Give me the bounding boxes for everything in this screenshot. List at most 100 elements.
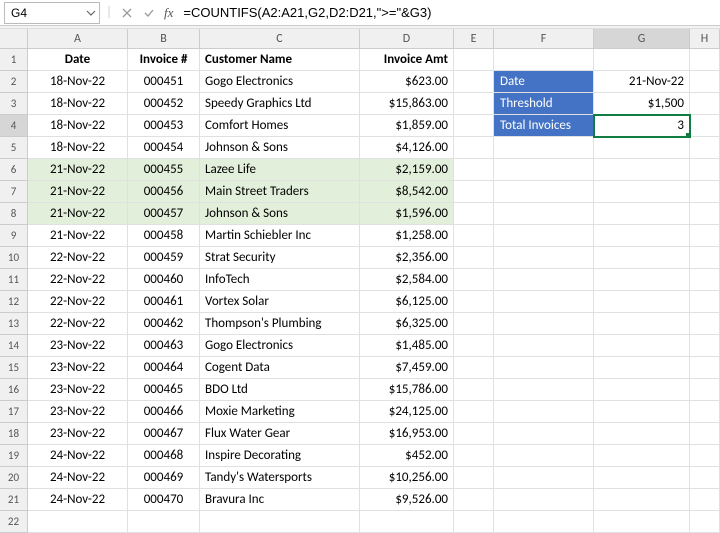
cell-G5[interactable]	[594, 137, 690, 159]
row-header-9[interactable]: 9	[0, 225, 28, 247]
cell-customer-17[interactable]: Moxie Marketing	[200, 401, 360, 423]
row-header-6[interactable]: 6	[0, 159, 28, 181]
cell-date-12[interactable]: 22-Nov-22	[28, 291, 128, 313]
row-header-20[interactable]: 20	[0, 467, 28, 489]
cell-F6[interactable]	[494, 159, 594, 181]
side-value-threshold[interactable]: $1,500	[594, 93, 690, 115]
cell-invoice-11[interactable]: 000460	[128, 269, 200, 291]
cell-invoice-20[interactable]: 000469	[128, 467, 200, 489]
cell-G20[interactable]	[594, 467, 690, 489]
cell-customer-8[interactable]: Johnson & Sons	[200, 203, 360, 225]
cancel-icon[interactable]	[118, 4, 136, 22]
cell-amount-8[interactable]: $1,596.00	[360, 203, 454, 225]
cell-E5[interactable]	[454, 137, 494, 159]
cell-G17[interactable]	[594, 401, 690, 423]
cell-customer-9[interactable]: Martin Schiebler Inc	[200, 225, 360, 247]
cell-date-10[interactable]: 22-Nov-22	[28, 247, 128, 269]
row-header-13[interactable]: 13	[0, 313, 28, 335]
cell-date-11[interactable]: 22-Nov-22	[28, 269, 128, 291]
cell-F14[interactable]	[494, 335, 594, 357]
cell-F10[interactable]	[494, 247, 594, 269]
cell-E16[interactable]	[454, 379, 494, 401]
cell-H15[interactable]	[690, 357, 720, 379]
cell-customer-6[interactable]: Lazee Life	[200, 159, 360, 181]
cell-invoice-21[interactable]: 000470	[128, 489, 200, 511]
cell-H17[interactable]	[690, 401, 720, 423]
cell-H12[interactable]	[690, 291, 720, 313]
cell-H11[interactable]	[690, 269, 720, 291]
cell-G9[interactable]	[594, 225, 690, 247]
cell-F11[interactable]	[494, 269, 594, 291]
active-cell-G4[interactable]: 3	[594, 115, 690, 137]
name-box-wrap[interactable]	[4, 2, 100, 24]
row-header-22[interactable]: 22	[0, 511, 28, 533]
row-header-12[interactable]: 12	[0, 291, 28, 313]
cell-H6[interactable]	[690, 159, 720, 181]
cell-customer-13[interactable]: Thompson's Plumbing	[200, 313, 360, 335]
cell-invoice-17[interactable]: 000466	[128, 401, 200, 423]
cell-amount-18[interactable]: $16,953.00	[360, 423, 454, 445]
cell-F8[interactable]	[494, 203, 594, 225]
cell-date-19[interactable]: 24-Nov-22	[28, 445, 128, 467]
cell-H21[interactable]	[690, 489, 720, 511]
name-box[interactable]	[5, 6, 83, 20]
cell-blank-22-7[interactable]	[690, 511, 720, 533]
side-value-date[interactable]: 21-Nov-22	[594, 71, 690, 93]
cell-date-8[interactable]: 21-Nov-22	[28, 203, 128, 225]
row-header-16[interactable]: 16	[0, 379, 28, 401]
cell-G12[interactable]	[594, 291, 690, 313]
cell-blank-22-2[interactable]	[200, 511, 360, 533]
cell-E19[interactable]	[454, 445, 494, 467]
cell-G13[interactable]	[594, 313, 690, 335]
cell-customer-7[interactable]: Main Street Traders	[200, 181, 360, 203]
cell-amount-19[interactable]: $452.00	[360, 445, 454, 467]
cell-customer-14[interactable]: Gogo Electronics	[200, 335, 360, 357]
cell-customer-2[interactable]: Gogo Electronics	[200, 71, 360, 93]
cell-F15[interactable]	[494, 357, 594, 379]
row-header-7[interactable]: 7	[0, 181, 28, 203]
cell-F17[interactable]	[494, 401, 594, 423]
cell-E12[interactable]	[454, 291, 494, 313]
cell-E2[interactable]	[454, 71, 494, 93]
cell-amount-12[interactable]: $6,125.00	[360, 291, 454, 313]
col-header-F[interactable]: F	[494, 29, 594, 49]
row-header-21[interactable]: 21	[0, 489, 28, 511]
cell-E1[interactable]	[454, 49, 494, 71]
cell-blank-22-4[interactable]	[454, 511, 494, 533]
cell-E7[interactable]	[454, 181, 494, 203]
cell-customer-3[interactable]: Speedy Graphics Ltd	[200, 93, 360, 115]
col-header-G[interactable]: G	[594, 29, 690, 49]
cell-invoice-19[interactable]: 000468	[128, 445, 200, 467]
cell-customer-19[interactable]: Inspire Decorating	[200, 445, 360, 467]
cell-F12[interactable]	[494, 291, 594, 313]
cell-invoice-12[interactable]: 000461	[128, 291, 200, 313]
cell-date-7[interactable]: 21-Nov-22	[28, 181, 128, 203]
cell-date-15[interactable]: 23-Nov-22	[28, 357, 128, 379]
row-header-4[interactable]: 4	[0, 115, 28, 137]
cell-blank-22-0[interactable]	[28, 511, 128, 533]
cell-H19[interactable]	[690, 445, 720, 467]
cell-E4[interactable]	[454, 115, 494, 137]
cell-customer-18[interactable]: Flux Water Gear	[200, 423, 360, 445]
cell-F9[interactable]	[494, 225, 594, 247]
cell-amount-21[interactable]: $9,526.00	[360, 489, 454, 511]
cell-H18[interactable]	[690, 423, 720, 445]
cell-customer-15[interactable]: Cogent Data	[200, 357, 360, 379]
col-header-H[interactable]: H	[690, 29, 720, 49]
chevron-down-icon[interactable]	[83, 3, 99, 23]
cell-H13[interactable]	[690, 313, 720, 335]
row-header-18[interactable]: 18	[0, 423, 28, 445]
cell-F5[interactable]	[494, 137, 594, 159]
cell-invoice-10[interactable]: 000459	[128, 247, 200, 269]
cell-H9[interactable]	[690, 225, 720, 247]
cell-amount-15[interactable]: $7,459.00	[360, 357, 454, 379]
cell-invoice-18[interactable]: 000467	[128, 423, 200, 445]
cell-amount-10[interactable]: $2,356.00	[360, 247, 454, 269]
cell-customer-20[interactable]: Tandy's Watersports	[200, 467, 360, 489]
cell-date-13[interactable]: 22-Nov-22	[28, 313, 128, 335]
cell-amount-13[interactable]: $6,325.00	[360, 313, 454, 335]
fx-icon[interactable]: fx	[164, 5, 173, 21]
cell-blank-22-5[interactable]	[494, 511, 594, 533]
cell-invoice-2[interactable]: 000451	[128, 71, 200, 93]
cell-invoice-7[interactable]: 000456	[128, 181, 200, 203]
